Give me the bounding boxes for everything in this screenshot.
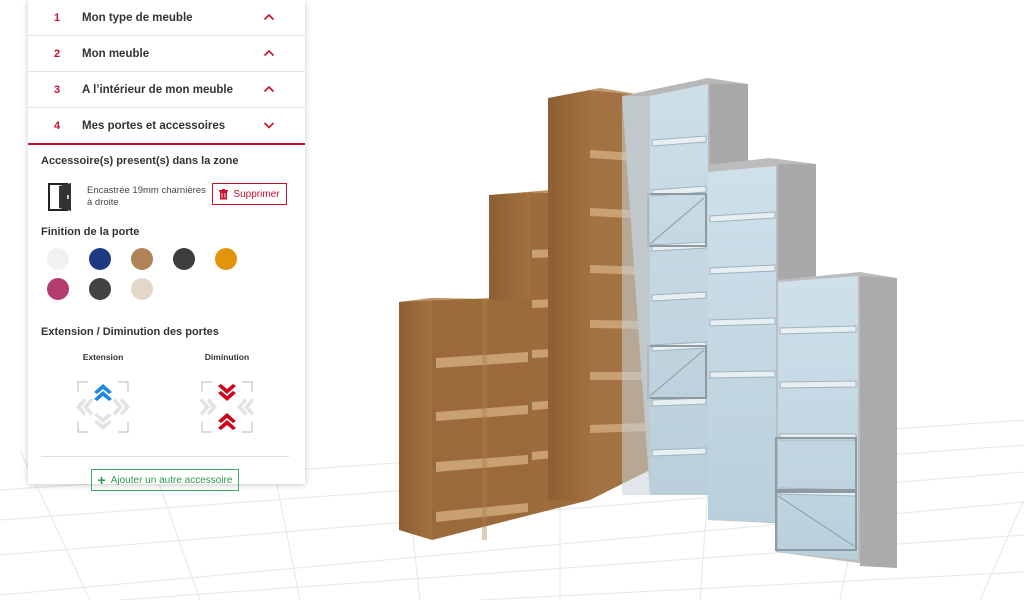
extension-arrows-icon[interactable] [72, 376, 134, 438]
step-my-furniture[interactable]: 2 Mon meuble [28, 36, 305, 72]
chevron-up-icon[interactable] [263, 11, 275, 23]
step-number: 2 [54, 47, 61, 60]
step-label: Mon type de meuble [82, 11, 193, 24]
finish-title: Finition de la porte [41, 226, 140, 238]
trash-icon [219, 188, 229, 199]
finish-swatch-dark-grey[interactable] [89, 278, 111, 300]
delete-accessory-button[interactable]: Supprimer [212, 183, 287, 205]
accessory-description-line2: à droite [87, 197, 119, 208]
finish-swatches [41, 248, 291, 308]
add-accessory-button[interactable]: + Ajouter un autre accessoire [91, 469, 239, 491]
diminution-arrows-icon[interactable] [196, 376, 258, 438]
doors-accessories-content: Accessoire(s) present(s) dans la zone En… [28, 155, 305, 491]
finish-swatch-beige[interactable] [131, 278, 153, 300]
glass-cabinet-low[interactable] [775, 272, 897, 568]
extension-control: Extension [41, 352, 165, 438]
accessories-title: Accessoire(s) present(s) dans la zone [41, 155, 239, 167]
door-icon [48, 183, 71, 211]
section-divider [41, 456, 289, 457]
step-number: 4 [54, 119, 61, 132]
finish-swatch-raspberry[interactable] [47, 278, 69, 300]
extension-title: Extension / Diminution des portes [41, 326, 219, 338]
step-number: 1 [54, 11, 61, 24]
step-label: Mes portes et accessoires [82, 119, 226, 132]
step-label: A l’intérieur de mon meuble [82, 83, 234, 96]
add-accessory-label: Ajouter un autre accessoire [110, 474, 233, 486]
finish-swatch-navy[interactable] [89, 248, 111, 270]
finish-swatch-anthracite[interactable] [173, 248, 195, 270]
accessory-description: Encastrée 19mm charnières à droite [87, 185, 207, 209]
diminution-label: Diminution [204, 352, 250, 362]
accessory-item: Encastrée 19mm charnières à droite Suppr… [41, 181, 292, 213]
step-number: 3 [54, 83, 61, 96]
finish-swatch-oak[interactable] [131, 248, 153, 270]
step-doors-accessories[interactable]: 4 Mes portes et accessoires [28, 108, 305, 145]
finish-swatch-white[interactable] [47, 248, 69, 270]
finish-swatch-orange[interactable] [215, 248, 237, 270]
delete-label: Supprimer [233, 188, 280, 200]
step-label: Mon meuble [82, 47, 150, 60]
wooden-shelving-low[interactable] [399, 298, 530, 540]
step-furniture-interior[interactable]: 3 A l’intérieur de mon meuble [28, 72, 305, 108]
accessory-description-line1: Encastrée 19mm charnières [87, 185, 206, 196]
diminution-control: Diminution [165, 352, 289, 438]
extension-controls: Extension Diminution [41, 352, 292, 438]
plus-icon: + [97, 472, 106, 488]
configuration-panel: 1 Mon type de meuble 2 Mon meuble 3 A l’… [28, 0, 305, 491]
chevron-up-icon[interactable] [263, 47, 275, 59]
chevron-up-icon[interactable] [263, 83, 275, 95]
chevron-down-icon[interactable] [263, 119, 275, 131]
extension-label: Extension [82, 352, 124, 362]
step-furniture-type[interactable]: 1 Mon type de meuble [28, 0, 305, 36]
